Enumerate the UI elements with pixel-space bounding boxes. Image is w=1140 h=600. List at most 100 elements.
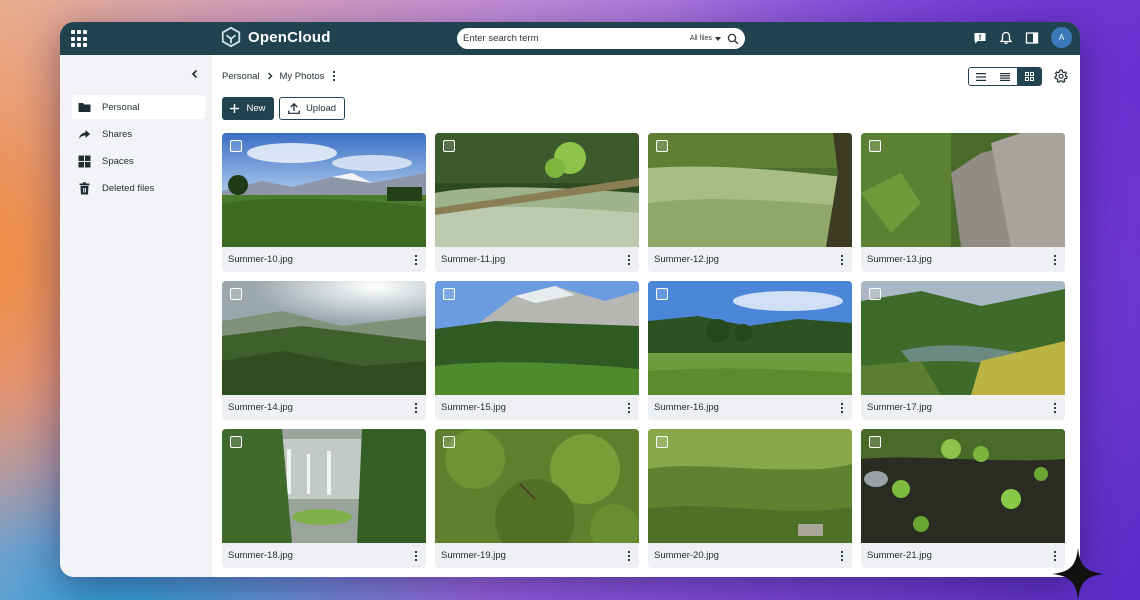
tile-footer: Summer-15.jpg [435, 395, 639, 420]
more-options-icon[interactable] [838, 402, 846, 414]
sidebar-item-label: Spaces [102, 155, 134, 167]
tile-checkbox[interactable] [869, 288, 881, 300]
tile-checkbox[interactable] [230, 436, 242, 448]
sidebar-item-label: Shares [102, 128, 133, 140]
file-tile[interactable]: Summer-17.jpg [861, 281, 1065, 420]
tile-footer: Summer-10.jpg [222, 247, 426, 272]
plus-icon [230, 104, 240, 113]
file-tile[interactable]: Summer-10.jpg [222, 133, 426, 272]
file-name: Summer-18.jpg [228, 550, 293, 561]
more-options-icon[interactable] [625, 550, 633, 562]
upload-icon [288, 103, 300, 114]
view-tiles-button[interactable] [1017, 68, 1041, 85]
sparkle-icon [1052, 548, 1104, 600]
tile-checkbox[interactable] [230, 140, 242, 152]
view-condensed-table-button[interactable] [969, 68, 993, 85]
more-options-icon[interactable] [412, 550, 420, 562]
spaces-icon [78, 155, 91, 167]
sidebar-item-deleted-files[interactable]: Deleted files [72, 176, 205, 200]
image-thumbnail [435, 281, 639, 395]
file-name: Summer-16.jpg [654, 402, 719, 413]
tile-checkbox[interactable] [443, 436, 455, 448]
more-options-icon[interactable] [412, 254, 420, 266]
brand[interactable]: OpenCloud [220, 26, 331, 48]
tiles-icon [1024, 72, 1034, 81]
file-name: Summer-17.jpg [867, 402, 932, 413]
search-input[interactable] [463, 33, 690, 44]
more-options-icon[interactable] [838, 254, 846, 266]
search-bar: All files [457, 28, 745, 49]
tile-footer: Summer-11.jpg [435, 247, 639, 272]
top-bar: OpenCloud All files [60, 22, 1080, 55]
sidebar-item-personal[interactable]: Personal [72, 95, 205, 119]
tile-checkbox[interactable] [443, 288, 455, 300]
body-area: Personal Shares Spaces Deleted files Per… [60, 55, 1080, 577]
chevron-left-icon[interactable] [190, 69, 200, 79]
gear-icon[interactable] [1054, 69, 1068, 83]
search-scope-dropdown[interactable]: All files [690, 35, 721, 42]
tile-checkbox[interactable] [656, 288, 668, 300]
sidebar-item-shares[interactable]: Shares [72, 122, 205, 146]
breadcrumb-current[interactable]: My Photos [280, 71, 325, 82]
image-thumbnail [648, 133, 852, 247]
search-icon[interactable] [727, 33, 739, 45]
breadcrumb-root[interactable]: Personal [222, 71, 260, 82]
file-tile[interactable]: Summer-19.jpg [435, 429, 639, 568]
file-tiles-grid: Summer-10.jpg Summer-11.jpg Summer-12.jp… [222, 133, 1065, 568]
tile-checkbox[interactable] [656, 140, 668, 152]
image-thumbnail [222, 281, 426, 395]
sidebar-item-label: Deleted files [102, 182, 155, 194]
file-tile[interactable]: Summer-14.jpg [222, 281, 426, 420]
file-name: Summer-21.jpg [867, 550, 932, 561]
sidebar: Personal Shares Spaces Deleted files [60, 55, 212, 577]
opencloud-logo-icon [221, 26, 241, 48]
chevron-down-icon [715, 36, 721, 41]
list-icon [1000, 72, 1010, 81]
new-button-label: New [246, 103, 266, 114]
upload-button[interactable]: Upload [279, 97, 345, 120]
file-tile[interactable]: Summer-13.jpg [861, 133, 1065, 272]
bell-icon[interactable] [999, 31, 1013, 45]
breadcrumb: Personal My Photos [222, 70, 338, 82]
image-thumbnail [648, 281, 852, 395]
view-table-button[interactable] [993, 68, 1017, 85]
file-name: Summer-11.jpg [441, 254, 506, 265]
sidebar-item-spaces[interactable]: Spaces [72, 149, 205, 173]
trash-icon [79, 181, 90, 194]
tile-footer: Summer-13.jpg [861, 247, 1065, 272]
more-options-icon[interactable] [412, 402, 420, 414]
file-tile[interactable]: Summer-20.jpg [648, 429, 852, 568]
more-options-icon[interactable] [625, 402, 633, 414]
tile-checkbox[interactable] [869, 140, 881, 152]
image-thumbnail [861, 429, 1065, 543]
tile-checkbox[interactable] [443, 140, 455, 152]
file-tile[interactable]: Summer-18.jpg [222, 429, 426, 568]
file-tile[interactable]: Summer-15.jpg [435, 281, 639, 420]
upload-button-label: Upload [305, 103, 337, 114]
user-avatar[interactable]: A [1051, 27, 1072, 48]
tile-checkbox[interactable] [869, 436, 881, 448]
tile-checkbox[interactable] [656, 436, 668, 448]
feedback-icon[interactable] [973, 31, 987, 45]
file-tile[interactable]: Summer-12.jpg [648, 133, 852, 272]
tile-footer: Summer-12.jpg [648, 247, 852, 272]
more-options-icon[interactable] [838, 550, 846, 562]
tile-checkbox[interactable] [230, 288, 242, 300]
file-name: Summer-13.jpg [867, 254, 932, 265]
app-switcher-icon[interactable] [71, 30, 89, 48]
new-button[interactable]: New [222, 97, 274, 120]
file-tile[interactable]: Summer-16.jpg [648, 281, 852, 420]
image-thumbnail [435, 133, 639, 247]
more-options-icon[interactable] [1051, 402, 1059, 414]
file-tile[interactable]: Summer-21.jpg [861, 429, 1065, 568]
tile-footer: Summer-21.jpg [861, 543, 1065, 568]
condensed-list-icon [976, 72, 986, 81]
file-name: Summer-20.jpg [654, 550, 719, 561]
image-thumbnail [435, 429, 639, 543]
folder-actions-kebab-icon[interactable] [330, 70, 338, 82]
sidebar-toggle-icon[interactable] [1025, 31, 1039, 45]
search-scope-label: All files [689, 35, 712, 42]
file-tile[interactable]: Summer-11.jpg [435, 133, 639, 272]
more-options-icon[interactable] [625, 254, 633, 266]
more-options-icon[interactable] [1051, 254, 1059, 266]
